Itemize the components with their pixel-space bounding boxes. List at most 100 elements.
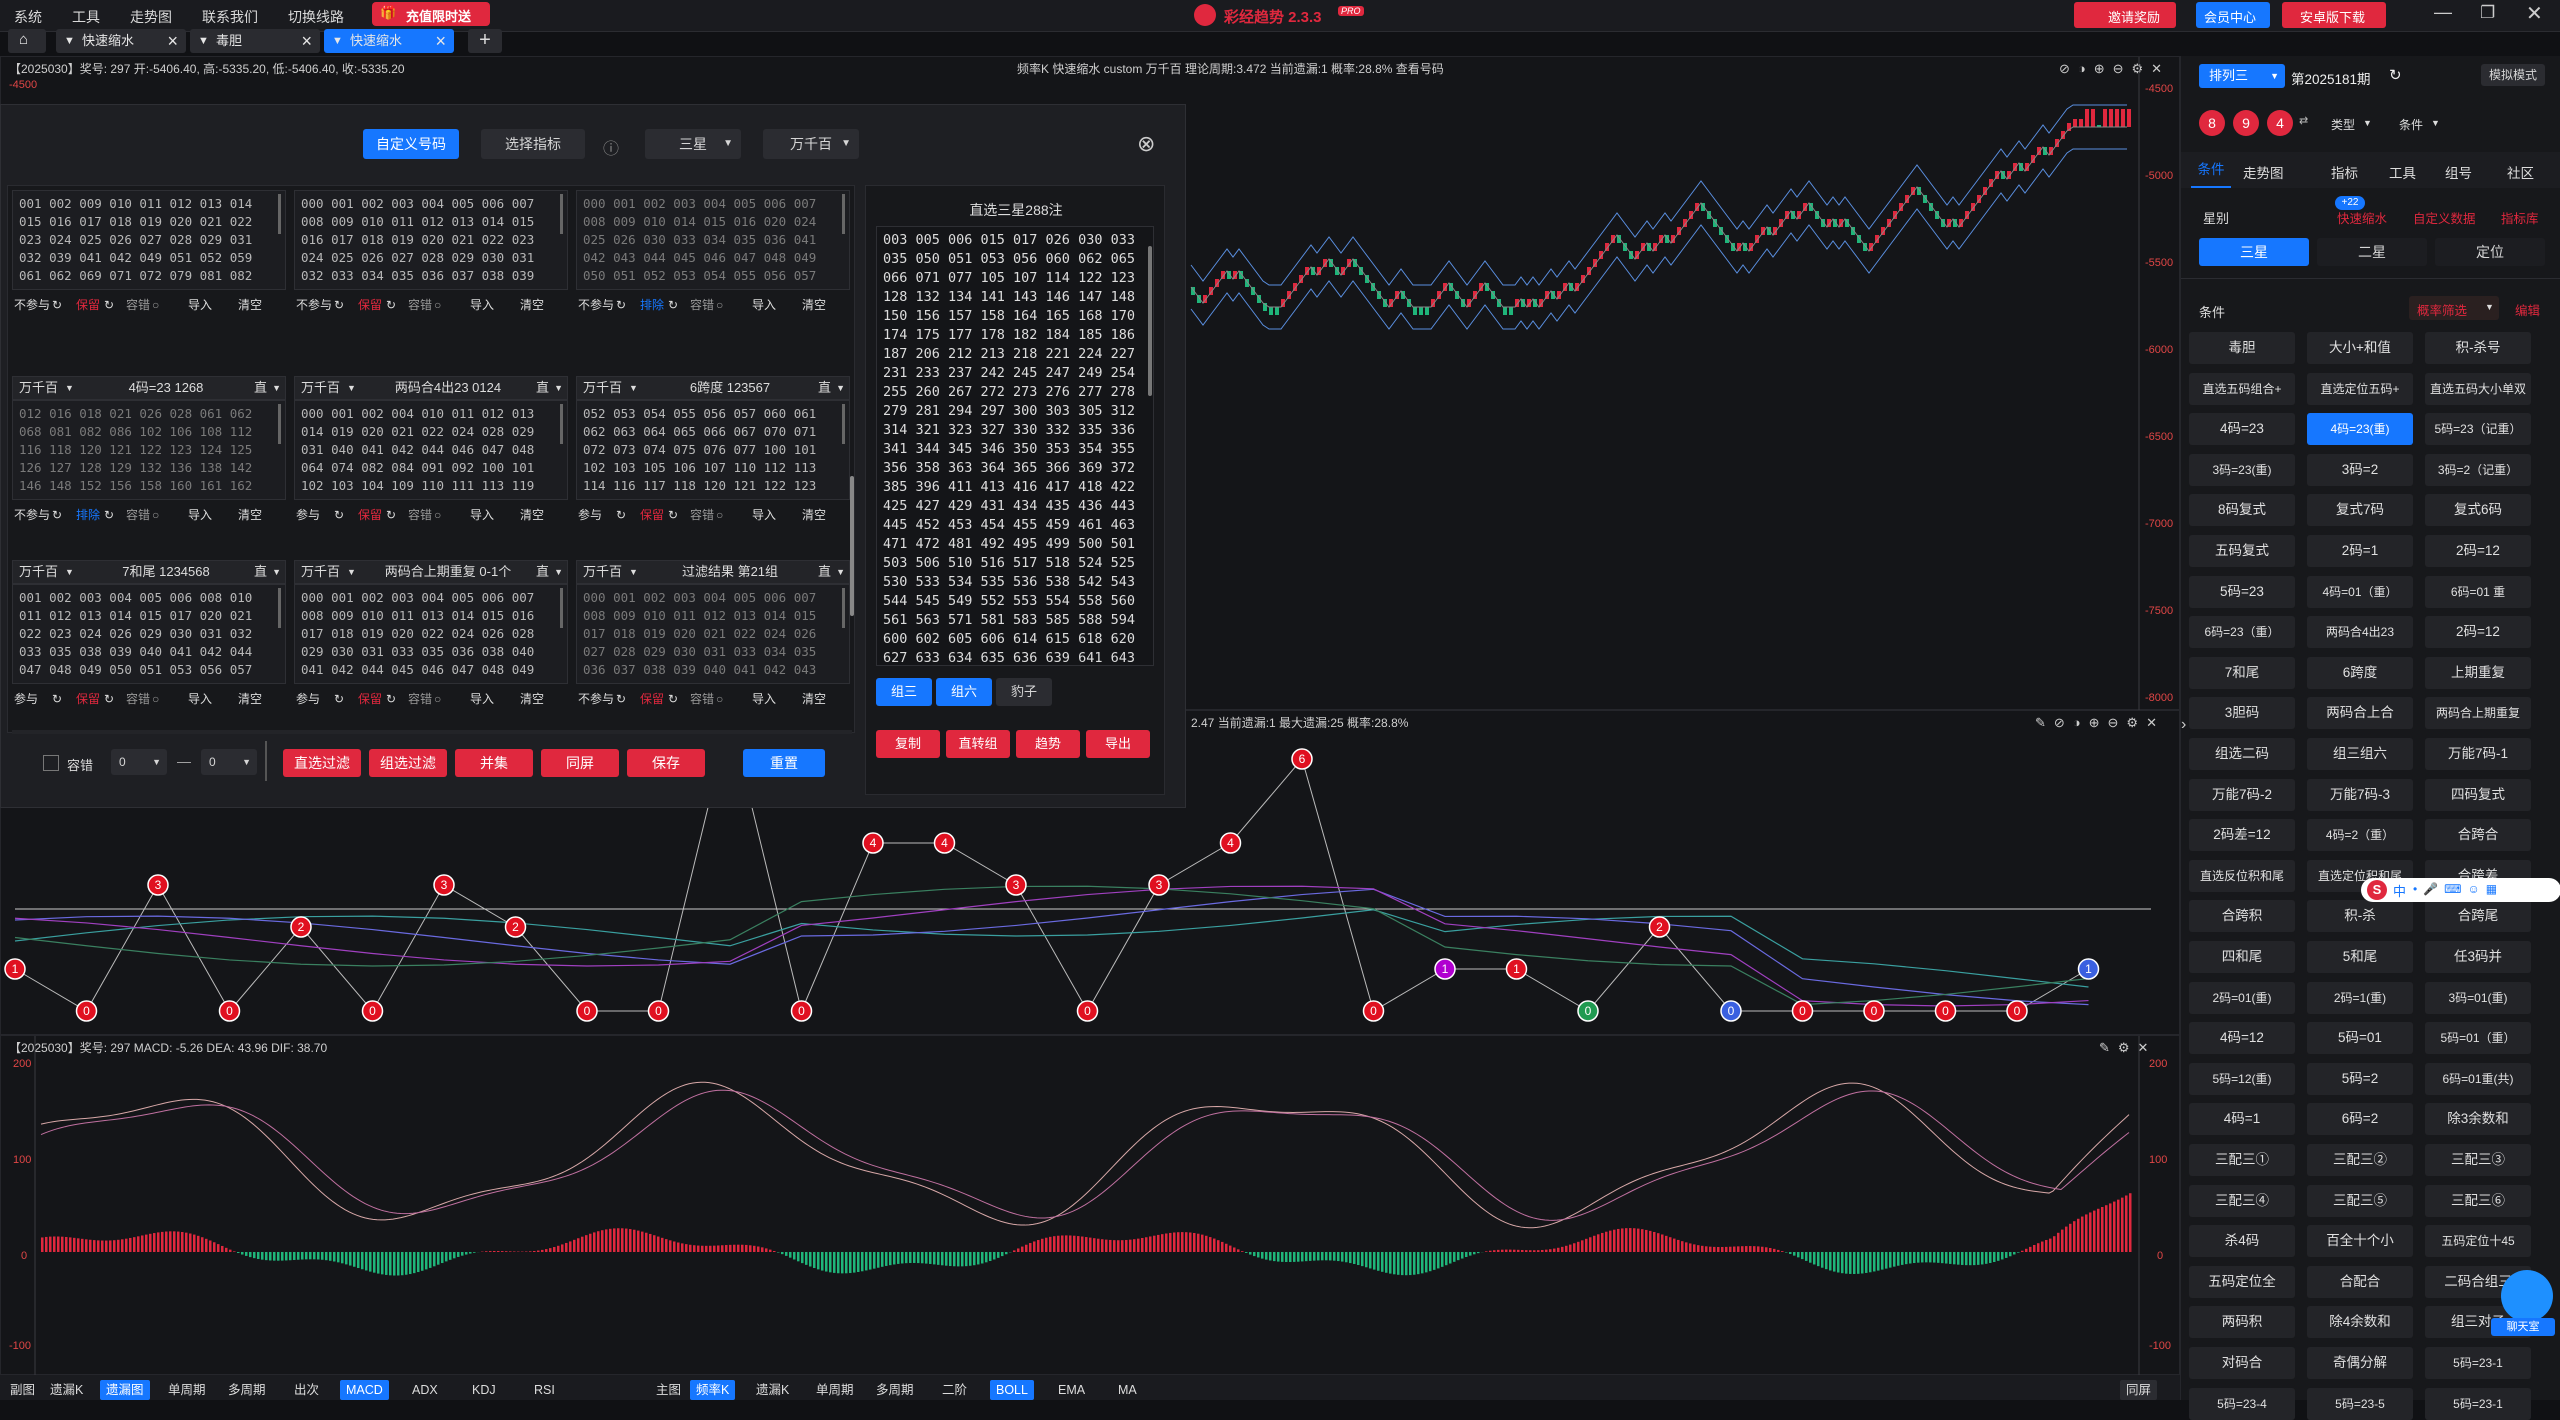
radio-icon[interactable]: ○ <box>434 688 441 710</box>
condition-button[interactable]: 4码=01（重） <box>2307 576 2413 608</box>
btn-occurrence[interactable]: 出次 <box>288 1380 325 1400</box>
star-tab-two[interactable]: 二星 <box>2317 238 2427 266</box>
btn-omission-k[interactable]: 遗漏K <box>44 1380 89 1400</box>
filter-box-codes[interactable]: 000 001 002 004 010 011 012 013 014 019 … <box>294 400 568 500</box>
keep-exclude-toggle[interactable]: 保留 <box>76 294 100 316</box>
tab-indicators[interactable]: 指标 <box>2331 162 2358 182</box>
btn-macd[interactable]: MACD <box>340 1380 389 1400</box>
filter-box-codes[interactable]: 000 001 002 003 004 005 006 007 008 009 … <box>294 584 568 684</box>
btn-multi-period2[interactable]: 多周期 <box>870 1380 920 1400</box>
btn-boll[interactable]: BOLL <box>990 1380 1034 1400</box>
participate-toggle[interactable]: 不参与 <box>296 294 332 316</box>
home-tab[interactable]: ⌂ <box>8 29 46 53</box>
condition-button[interactable]: 两码积 <box>2189 1306 2295 1338</box>
condition-button[interactable]: 4码=23 <box>2189 413 2295 445</box>
android-download-button[interactable]: 安卓版下载 <box>2282 2 2386 28</box>
box-scrollbar[interactable] <box>560 194 563 234</box>
cycle-icon[interactable]: ↻ <box>386 688 396 710</box>
condition-button[interactable]: 2码=1 <box>2307 535 2413 567</box>
filter-box-codes[interactable]: 000 001 002 003 004 005 006 007 008 009 … <box>294 190 568 290</box>
box-scrollbar[interactable] <box>560 588 563 628</box>
box-position-select[interactable]: 万千百 <box>19 377 58 399</box>
condition-button[interactable]: 万能7码-2 <box>2189 779 2295 811</box>
btn-multi-period[interactable]: 多周期 <box>222 1380 272 1400</box>
lottery-select[interactable]: 排列三▼ <box>2199 64 2285 88</box>
condition-button[interactable]: 6码=01 重 <box>2425 576 2531 608</box>
menu-trend[interactable]: 走势图 <box>130 7 172 27</box>
radio-icon[interactable]: ○ <box>434 294 441 316</box>
box-scrollbar[interactable] <box>278 588 281 628</box>
menu-contact[interactable]: 联系我们 <box>202 7 258 27</box>
condition-button[interactable]: 直选五码大小单双 <box>2425 373 2531 405</box>
tab-conditions[interactable]: 条件 <box>2191 152 2231 188</box>
cond-select[interactable]: 条件 <box>2399 116 2423 133</box>
condition-button[interactable]: 7和尾 <box>2189 657 2295 689</box>
participate-toggle[interactable]: 参与 <box>296 504 320 526</box>
custom-data-link[interactable]: 自定义数据 <box>2413 208 2476 227</box>
keep-exclude-toggle[interactable]: 排除 <box>76 504 100 526</box>
import-button[interactable]: 导入 <box>752 294 776 316</box>
cycle-icon[interactable]: ↻ <box>104 688 114 710</box>
keep-exclude-toggle[interactable]: 保留 <box>640 688 664 710</box>
box-position-select[interactable]: 万千百 <box>301 561 340 583</box>
tab-du-dan[interactable]: ▼毒胆× <box>190 29 320 53</box>
radio-icon[interactable]: ○ <box>716 504 723 526</box>
radio-icon[interactable]: ○ <box>716 688 723 710</box>
condition-button[interactable]: 对码合 <box>2189 1347 2295 1379</box>
condition-button[interactable]: 5码=12(重) <box>2189 1063 2295 1095</box>
custom-number-button[interactable]: 自定义号码 <box>363 129 459 159</box>
condition-button[interactable]: 4码=2（重） <box>2307 819 2413 851</box>
condition-button[interactable]: 合跨积 <box>2189 900 2295 932</box>
menu-tools[interactable]: 工具 <box>72 7 100 27</box>
cycle-icon[interactable]: ↻ <box>616 688 626 710</box>
condition-button[interactable]: 合跨合 <box>2425 819 2531 851</box>
btn-adx[interactable]: ADX <box>406 1380 444 1400</box>
condition-button[interactable]: 3码=23(重) <box>2189 454 2295 486</box>
condition-button[interactable]: 奇偶分解 <box>2307 1347 2413 1379</box>
import-button[interactable]: 导入 <box>188 688 212 710</box>
tolerance-min-select[interactable]: 0▼ <box>111 749 167 775</box>
tab-community[interactable]: 社区 <box>2507 162 2534 182</box>
keep-exclude-toggle[interactable]: 保留 <box>640 504 664 526</box>
import-button[interactable]: 导入 <box>752 688 776 710</box>
condition-button[interactable]: 除3余数和 <box>2425 1103 2531 1135</box>
condition-button[interactable]: 五码定位十45 <box>2425 1225 2531 1257</box>
condition-button[interactable]: 毒胆 <box>2189 332 2295 364</box>
clear-button[interactable]: 清空 <box>520 294 544 316</box>
tab-quick-shrink-2[interactable]: ▼快速缩水× <box>324 29 454 53</box>
btn-single-period[interactable]: 单周期 <box>162 1380 212 1400</box>
condition-button[interactable]: 百全十个小 <box>2307 1225 2413 1257</box>
box-position-select[interactable]: 万千百 <box>583 377 622 399</box>
condition-button[interactable]: 三配三⑤ <box>2307 1185 2413 1217</box>
box-mode-select[interactable]: 直 <box>818 561 831 583</box>
help-bubble-icon[interactable] <box>2501 1270 2553 1322</box>
condition-button[interactable]: 合跨尾 <box>2425 900 2531 932</box>
condition-button[interactable]: 任3码并 <box>2425 941 2531 973</box>
add-tab-button[interactable]: + <box>468 29 502 53</box>
condition-button[interactable]: 直选反位积和尾 <box>2189 860 2295 892</box>
clear-button[interactable]: 清空 <box>238 294 262 316</box>
condition-button[interactable]: 万能7码-1 <box>2425 738 2531 770</box>
same-screen-button[interactable]: 同屏 <box>541 749 619 777</box>
mock-mode-button[interactable]: 模拟模式 <box>2481 64 2545 86</box>
btn-ema[interactable]: EMA <box>1052 1380 1091 1400</box>
clear-button[interactable]: 清空 <box>238 688 262 710</box>
btn-same-screen[interactable]: 同屏 <box>2120 1380 2157 1400</box>
btn-freq-k[interactable]: 频率K <box>690 1380 735 1400</box>
radio-icon[interactable]: ○ <box>152 688 159 710</box>
condition-button[interactable]: 4码=12 <box>2189 1022 2295 1054</box>
condition-button[interactable]: 3码=2 <box>2307 454 2413 486</box>
condition-button[interactable]: 三配三① <box>2189 1144 2295 1176</box>
condition-button[interactable]: 两码合上期重复 <box>2425 697 2531 729</box>
condition-button[interactable]: 两码合上合 <box>2307 697 2413 729</box>
tolerance-max-select[interactable]: 0▼ <box>201 749 257 775</box>
close-tab-icon[interactable]: × <box>301 29 312 53</box>
condition-button[interactable]: 上期重复 <box>2425 657 2531 689</box>
ball-swap-icon[interactable]: ⇄ <box>2299 114 2308 127</box>
filter-box-header[interactable]: 万千百 ▼ 6跨度 123567 直 ▼ <box>576 376 850 400</box>
condition-button[interactable]: 2码=1(重) <box>2307 982 2413 1014</box>
participate-toggle[interactable]: 不参与 <box>578 294 614 316</box>
tolerance-checkbox[interactable] <box>43 755 59 771</box>
condition-button[interactable]: 三配三③ <box>2425 1144 2531 1176</box>
box-scrollbar[interactable] <box>842 404 845 444</box>
